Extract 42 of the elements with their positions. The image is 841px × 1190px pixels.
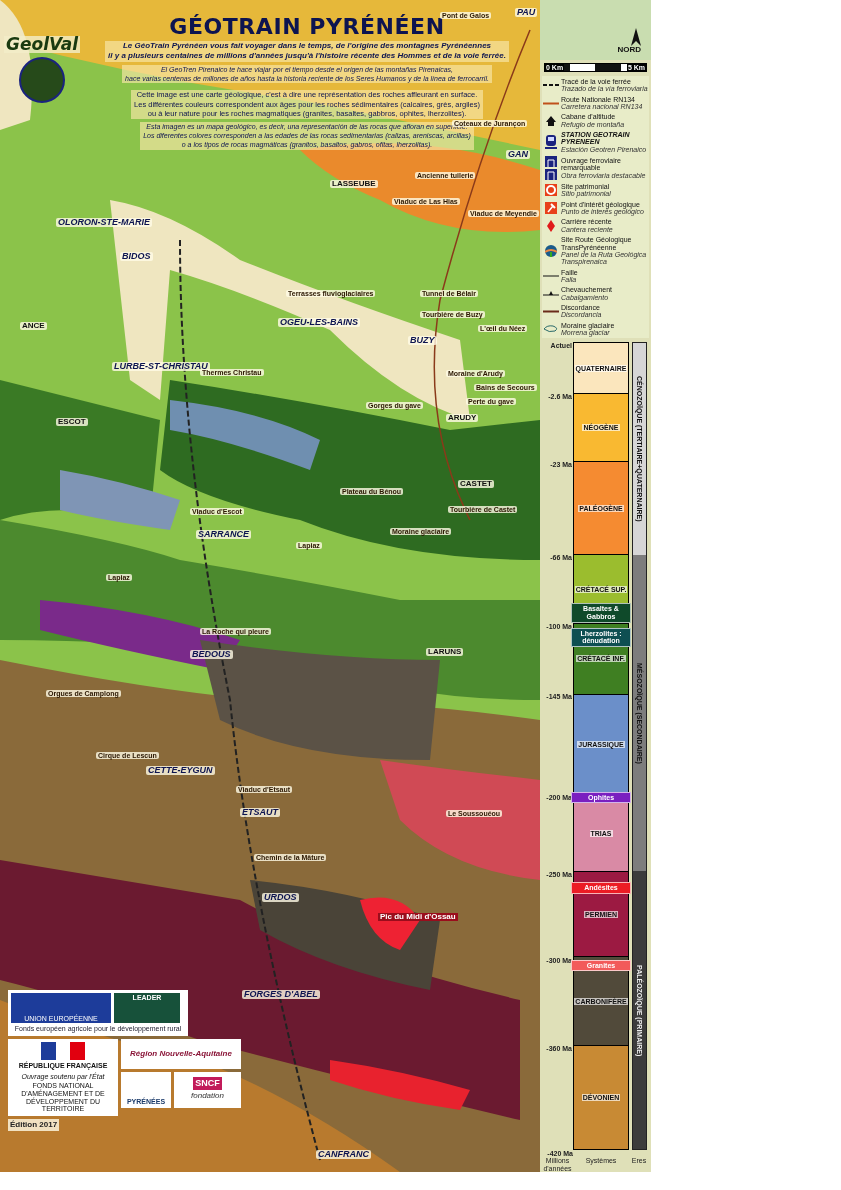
north-arrow-icon xyxy=(631,28,641,46)
map-label: BIDOS xyxy=(120,252,153,261)
fault-line-icon xyxy=(542,274,559,277)
map-label: Pic du Midi d'Ossau xyxy=(378,913,458,921)
map-label: SARRANCE xyxy=(196,530,251,539)
map-label: CETTE-EYGUN xyxy=(146,766,215,775)
intro-paragraph: Le GéoTrain Pyrénéen vous fait voyager dans le temps, de l'origine des montagnes Pyrénéennes il y a plusieurs centaines de millions d'années jusqu'à l'histoire récente des Hommes et de la voie ferrée. xyxy=(105,41,509,62)
map-label: ESCOT xyxy=(56,418,88,426)
map-label: OLORON-STE-MARIE xyxy=(56,218,152,227)
railway-line-icon xyxy=(542,83,559,88)
north-label: NORD xyxy=(617,46,641,54)
map-label: PAU xyxy=(515,8,538,17)
map-label: ETSAUT xyxy=(240,808,280,817)
map-label: ANCE xyxy=(20,322,47,330)
map-label: OGEU-LES-BAINS xyxy=(278,318,360,327)
train-icon xyxy=(544,135,557,150)
logo-caption: Région Nouvelle-Aquitaine xyxy=(130,1047,232,1060)
route-panel-icon xyxy=(544,244,557,257)
map-label: CASTET xyxy=(458,480,494,488)
map-label: CANFRANC xyxy=(316,1150,371,1159)
logo-text: GeolVal xyxy=(4,36,81,53)
lifebuoy-icon xyxy=(544,184,557,197)
bridge-icon xyxy=(544,156,557,181)
hammer-icon xyxy=(544,202,557,215)
diamond-icon xyxy=(546,219,555,232)
map-label: LARUNS xyxy=(426,648,464,656)
map-label: GAN xyxy=(506,150,530,159)
map-label: FORGES D'ABEL xyxy=(242,990,320,999)
map-label: BEDOUS xyxy=(190,650,233,659)
map-label: ARUDY xyxy=(446,414,479,422)
flag-logo xyxy=(41,1041,85,1060)
map-label: LASSEUBE xyxy=(330,180,378,188)
map-label: BUZY xyxy=(408,336,437,345)
map-label: LURBE-ST-CHRISTAU xyxy=(112,362,210,371)
moraine-outline-icon xyxy=(542,324,559,333)
road-line-icon xyxy=(542,101,559,105)
hut-icon xyxy=(545,115,556,126)
logo-caption: SNCF xyxy=(193,1076,222,1091)
map-label: URDOS xyxy=(262,893,299,902)
logo-caption: fondation xyxy=(191,1090,224,1103)
unconformity-line-icon xyxy=(542,309,559,313)
thrust-line-icon xyxy=(542,291,559,297)
